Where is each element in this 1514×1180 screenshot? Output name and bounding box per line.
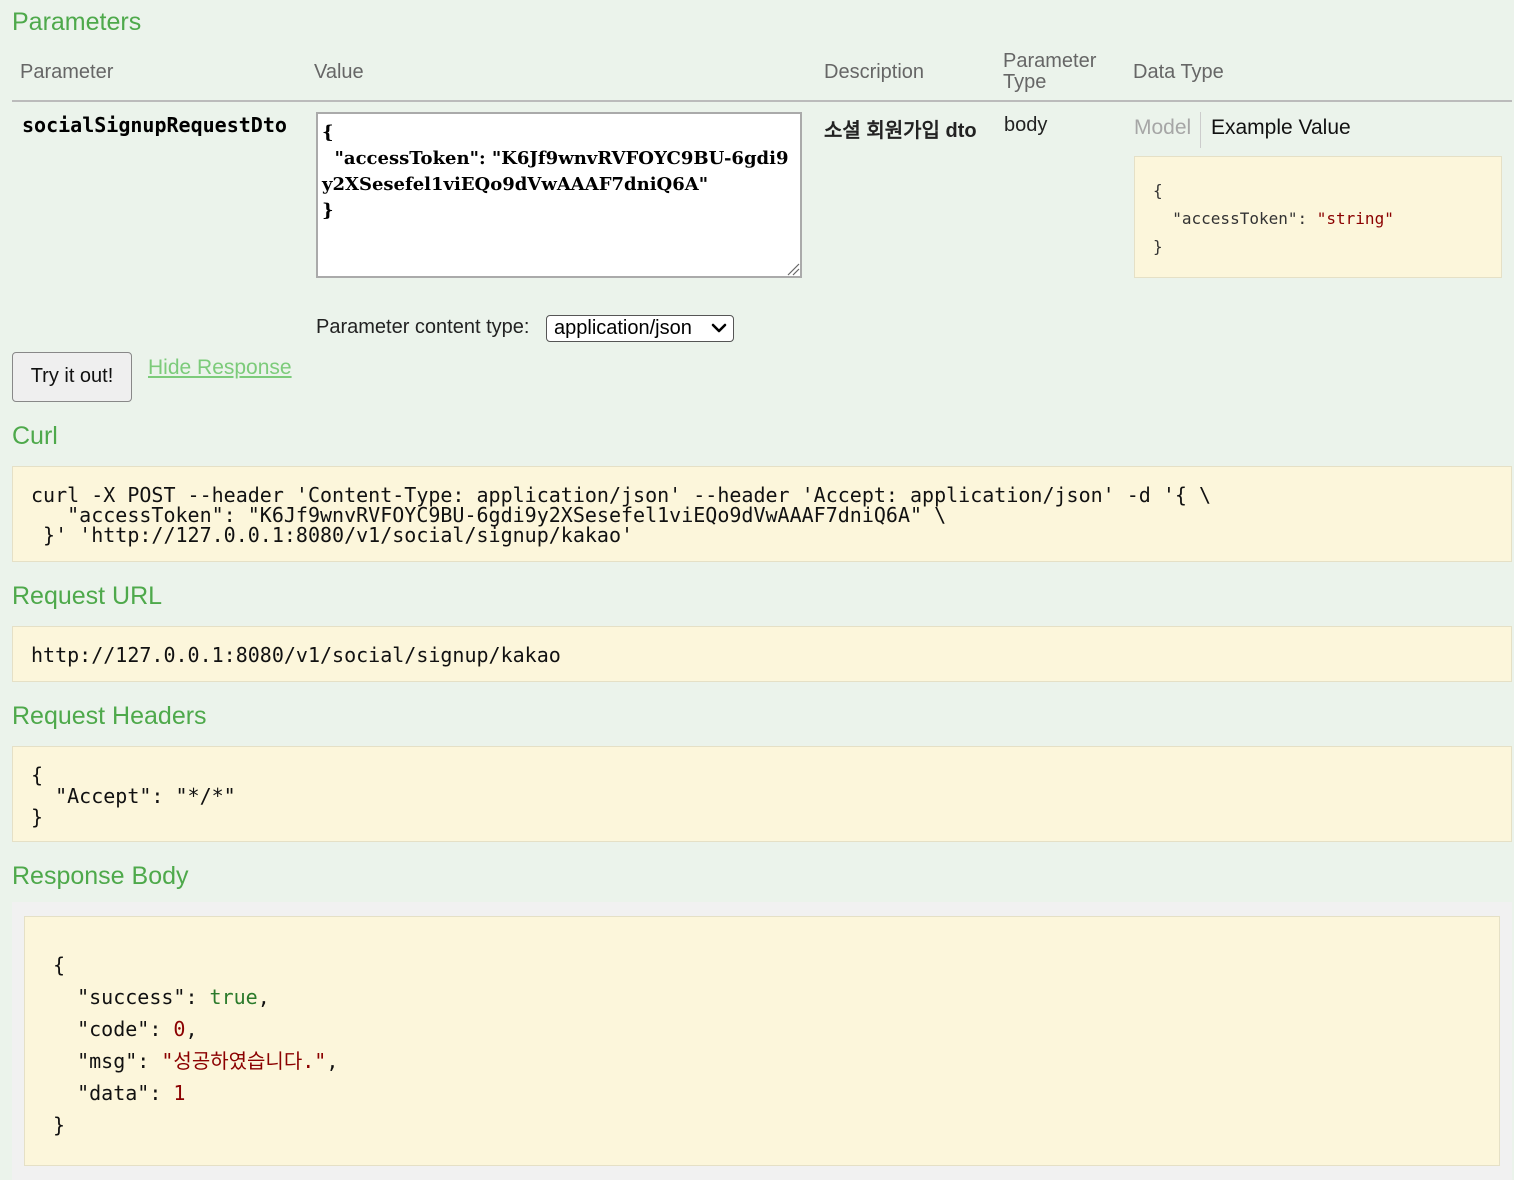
resp-success-key: "success": <box>53 985 210 1009</box>
content-type-selected: application/json <box>554 317 692 339</box>
column-data-type: Data Type <box>1133 61 1224 83</box>
example-close: } <box>1153 237 1163 256</box>
example-val: "string" <box>1316 209 1394 228</box>
content-type-label: Parameter content type: <box>316 316 530 338</box>
param-description: 소셜 회원가입 dto <box>824 120 977 142</box>
column-value: Value <box>314 61 364 83</box>
resp-code-key: "code": <box>53 1017 174 1041</box>
example-value-snippet[interactable]: { "accessToken": "string" } <box>1134 156 1502 278</box>
resp-msg-val: "성공하였습니다." <box>161 1049 327 1073</box>
resp-open: { <box>53 953 66 977</box>
resp-comma: , <box>185 1017 198 1041</box>
tab-example-value[interactable]: Example Value <box>1211 116 1351 140</box>
column-parameter-type: Parameter Type <box>1003 51 1096 93</box>
column-description: Description <box>824 61 925 83</box>
chevron-down-icon <box>711 323 727 333</box>
resp-data-key: "data": <box>53 1081 174 1105</box>
parameters-heading: Parameters <box>12 8 142 36</box>
curl-command: curl -X POST --header 'Content-Type: app… <box>12 466 1512 562</box>
column-parameter-type-line2: Type <box>1003 71 1047 93</box>
resp-close: } <box>53 1113 66 1137</box>
param-name: socialSignupRequestDto <box>22 113 287 137</box>
curl-heading: Curl <box>12 422 58 450</box>
param-type: body <box>1004 114 1048 136</box>
try-it-out-button[interactable]: Try it out! <box>12 352 132 402</box>
response-body-value: { "success": true, "code": 0, "msg": "성공… <box>24 916 1500 1166</box>
resize-grip-icon[interactable] <box>786 262 800 276</box>
example-key: "accessToken": <box>1153 209 1317 228</box>
resp-msg-key: "msg": <box>53 1049 162 1073</box>
resp-success-val: true <box>209 985 258 1009</box>
resp-comma: , <box>326 1049 339 1073</box>
resp-data-val: 1 <box>173 1081 186 1105</box>
resp-comma: , <box>257 985 270 1009</box>
tab-divider <box>1200 112 1201 148</box>
table-header-divider <box>12 100 1512 102</box>
column-parameter: Parameter <box>20 61 114 83</box>
hide-response-link[interactable]: Hide Response <box>148 356 292 380</box>
column-parameter-type-line1: Parameter <box>1003 50 1097 72</box>
tab-model[interactable]: Model <box>1134 116 1191 140</box>
resp-code-val: 0 <box>173 1017 186 1041</box>
example-open: { <box>1153 181 1163 200</box>
request-url-heading: Request URL <box>12 582 163 610</box>
response-body-heading: Response Body <box>12 862 189 890</box>
request-url-value: http://127.0.0.1:8080/v1/social/signup/k… <box>12 626 1512 682</box>
param-value-textarea[interactable]: { "accessToken": "K6Jf9wnvRVFOYC9BU-6gdi… <box>316 112 802 278</box>
request-headers-value: { "Accept": "*/*" } <box>12 746 1512 842</box>
request-headers-heading: Request Headers <box>12 702 207 730</box>
content-type-select[interactable]: application/json <box>546 315 734 342</box>
